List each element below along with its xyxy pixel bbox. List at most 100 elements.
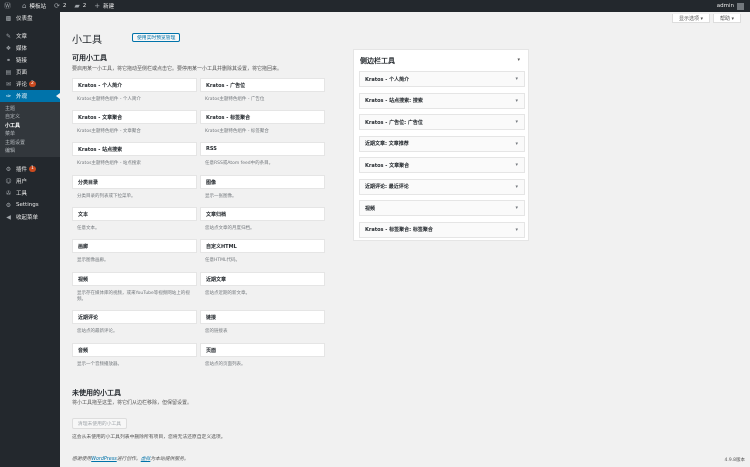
submenu-item[interactable]: 主题	[0, 104, 60, 113]
wordpress-link[interactable]: WordPress	[91, 457, 117, 462]
sidebar-area-widget[interactable]: 近期文章: 文章推荐 ▾	[359, 135, 525, 152]
sidebar-area-widget[interactable]: Kratos - 个人简介 ▾	[359, 71, 525, 87]
widget-item[interactable]: Kratos - 广告位	[200, 78, 325, 92]
widget-description: 任意文本。	[77, 226, 100, 231]
submenu-item[interactable]: 菜单	[0, 130, 60, 139]
my-account-menu[interactable]: admin	[717, 2, 750, 10]
widget-item[interactable]: Kratos - 文章聚合	[72, 110, 197, 124]
sidebar-area-widget[interactable]: Kratos - 站点搜索: 搜索 ▾	[359, 92, 525, 109]
comments-menu[interactable]: ▰ 2	[70, 0, 90, 12]
sidebar-area-widget-label: 视频	[365, 205, 376, 212]
chevron-down-icon[interactable]: ▾	[515, 205, 518, 211]
submenu-item[interactable]: 主题设置	[0, 138, 60, 147]
sidebar-item-8[interactable]: ☺ 用户	[0, 175, 60, 187]
page-title: 小工具	[72, 35, 102, 46]
widget-description: 任意HTML代码。	[205, 258, 241, 263]
chevron-down-icon[interactable]: ▾	[517, 57, 520, 63]
screen-options-button[interactable]: 显示选项 ▾	[672, 14, 710, 23]
sidebar-item-6[interactable]: ✑ 外观	[0, 90, 60, 102]
widget-item[interactable]: 自定义HTML	[200, 239, 325, 253]
chevron-down-icon[interactable]: ▾	[515, 98, 518, 104]
clear-inactive-widgets-button[interactable]: 清理未使用的小工具	[72, 418, 127, 429]
sidebar-area-widget[interactable]: Kratos - 文章聚合 ▾	[359, 157, 525, 173]
widget-item[interactable]: 分类目录	[72, 175, 197, 189]
submenu-item[interactable]: 自定义	[0, 113, 60, 122]
wordpress-logo-icon: Ⓦ	[4, 2, 11, 10]
widget-item[interactable]: 文章归档	[200, 207, 325, 221]
widget-description: 您站点文章的月度归档。	[205, 226, 255, 231]
sidebar-area-widget[interactable]: Kratos - 广告位: 广告位 ▾	[359, 114, 525, 130]
sidebar-area-title[interactable]: 侧边栏工具	[360, 56, 395, 66]
sidebar-area-widget-label: 近期文章: 文章推荐	[365, 141, 409, 147]
sidebar-item-5[interactable]: ✉ 评论 2	[0, 78, 60, 90]
available-widgets-description: 要启用某一小工具，将它拖动至侧栏或点击它。要停用某一小工具并删除其设置，将它拖回…	[72, 66, 283, 72]
sidebar-area-widget-label: Kratos - 文章聚合	[365, 162, 410, 169]
host-link[interactable]: 虚拟	[141, 457, 151, 462]
chevron-down-icon[interactable]: ▾	[515, 227, 518, 233]
sidebar-item-2[interactable]: ❖ 媒体	[0, 42, 60, 54]
chevron-down-icon[interactable]: ▾	[515, 162, 518, 168]
manage-with-live-preview-button[interactable]: 使用实时预览管理	[132, 33, 181, 42]
sidebar-area-widget-label: Kratos - 标签聚合: 标签聚合	[365, 227, 433, 233]
widget-item[interactable]: 画廊	[72, 239, 197, 253]
sidebar-item-3[interactable]: ⚭ 链接	[0, 54, 60, 66]
chevron-down-icon[interactable]: ▾	[515, 119, 518, 125]
footer-version: 4.9.8版本	[724, 458, 745, 463]
sidebar-item-11[interactable]: ◀ 收起菜单	[0, 211, 60, 223]
sidebar-widget-area: 侧边栏工具 ▾ Kratos - 个人简介 ▾ Kratos - 站点搜索: 搜索 ▾…	[353, 49, 529, 241]
help-button[interactable]: 帮助 ▾	[713, 14, 741, 23]
sidebar-area-widget[interactable]: 视频 ▾	[359, 200, 525, 216]
sidebar-area-widget[interactable]: Kratos - 标签聚合: 标签聚合 ▾	[359, 221, 525, 238]
widget-item[interactable]: Kratos - 标签聚合	[200, 110, 325, 124]
menu-icon: ✎	[5, 32, 12, 40]
widget-item[interactable]: RSS	[200, 142, 325, 156]
sidebar-item-9[interactable]: ✇ 工具	[0, 187, 60, 199]
updates-menu[interactable]: ⟳ 2	[50, 0, 70, 12]
sidebar-item-1[interactable]: ✎ 文章	[0, 30, 60, 42]
widget-item[interactable]: 页面	[200, 343, 325, 357]
sidebar-item-label: 评论	[16, 82, 28, 88]
widget-description: 分类目录的列表或下拉菜单。	[77, 194, 136, 199]
chevron-down-icon[interactable]: ▾	[515, 141, 518, 147]
widget-item[interactable]: 音频	[72, 343, 197, 357]
widget-item[interactable]: Kratos - 个人简介	[72, 78, 197, 92]
updates-icon: ⟳	[53, 2, 60, 10]
widget-description: 显示图像画廊。	[77, 258, 109, 263]
submenu-item[interactable]: 编辑	[0, 147, 60, 156]
sidebar-area-widget[interactable]: 近期评论: 最近评论 ▾	[359, 178, 525, 195]
sidebar-item-7[interactable]: ⚙ 插件 1	[0, 163, 60, 175]
count-badge: 2	[29, 81, 36, 87]
widget-item[interactable]: 视频	[72, 272, 197, 286]
site-name-menu[interactable]: ⌂ 模板站	[18, 0, 50, 12]
sidebar-item-4[interactable]: ▤ 页面	[0, 66, 60, 78]
widget-item[interactable]: 链接	[200, 310, 325, 324]
inactive-widgets-title: 未使用的小工具	[72, 389, 121, 397]
widget-description: 您的链接表	[205, 329, 228, 334]
sidebar-item-label: 工具	[16, 191, 28, 197]
widget-description: Kratos主题特色组件 - 广告位	[205, 97, 265, 102]
sidebar-item-label: 媒体	[16, 46, 28, 52]
menu-icon: ⚙	[5, 165, 12, 173]
menu-icon: ⚭	[5, 56, 12, 64]
widget-description: 显示存在媒体库的视频，或来YouTube等视频网站上的视频。	[77, 291, 190, 302]
new-content-menu[interactable]: + 新建	[90, 0, 118, 12]
sidebar-item-label: 页面	[16, 70, 28, 76]
wp-logo-menu[interactable]: Ⓦ	[0, 0, 18, 12]
widget-item[interactable]: 近期文章	[200, 272, 325, 286]
available-widgets-title: 可用小工具	[72, 54, 107, 62]
widget-item[interactable]: 文本	[72, 207, 197, 221]
submenu-item[interactable]: 小工具	[0, 121, 60, 130]
menu-icon: ✉	[5, 80, 12, 88]
footer-thanks: 感谢使用WordPress进行创作。虚拟为本站提供服务。	[72, 457, 189, 462]
sidebar-item-10[interactable]: ⚙ Settings	[0, 199, 60, 211]
count-badge: 1	[29, 166, 36, 172]
admin-bar: Ⓦ ⌂ 模板站 ⟳ 2 ▰ 2 + 新建 admin	[0, 0, 750, 12]
chevron-down-icon[interactable]: ▾	[515, 184, 518, 190]
sidebar-item-0[interactable]: ▩ 仪表盘	[0, 12, 60, 24]
widget-item[interactable]: 图像	[200, 175, 325, 189]
chevron-down-icon[interactable]: ▾	[515, 76, 518, 82]
widget-item[interactable]: Kratos - 站点搜索	[72, 142, 197, 156]
sidebar-area-widget-label: Kratos - 站点搜索: 搜索	[365, 98, 423, 104]
widget-item[interactable]: 近期评论	[72, 310, 197, 324]
sidebar-area-widget-label: Kratos - 广告位: 广告位	[365, 119, 423, 126]
